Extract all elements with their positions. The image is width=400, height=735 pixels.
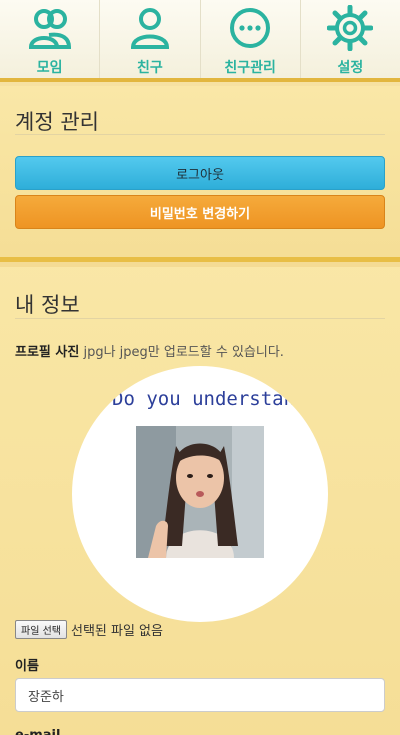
person-photo-image [136,426,264,558]
change-password-button[interactable]: 비밀번호 변경하기 [15,195,385,229]
more-icon [230,8,271,48]
name-label: 이름 [15,659,39,674]
nav-label-meetings: 모임 [36,60,63,76]
avatar-caption: Do you understand. [112,388,318,410]
group-icon [28,9,71,49]
profile-photo-label: 프로필 사진 [15,345,80,360]
profile-section-title: 내 정보 [15,293,80,317]
nav-item-friend-management[interactable]: 친구관리 [201,0,301,78]
avatar: Do you understand. [72,366,328,622]
name-input[interactable]: 장준하 [15,678,385,712]
nav-item-friends[interactable]: 친구 [100,0,201,78]
account-section: 계정 관리 로그아웃 비밀번호 변경하기 [0,86,400,262]
divider [15,134,385,135]
profile-section: 내 정보 프로필 사진 jpg나 jpeg만 업로드할 수 있습니다. Do y… [0,267,400,735]
file-status-text: 선택된 파일 없음 [70,624,163,639]
logout-button[interactable]: 로그아웃 [15,156,385,190]
nav-label-friend-management: 친구관리 [224,60,276,76]
email-label: e-mail [15,728,60,735]
user-icon [130,8,169,49]
divider [15,318,385,319]
nav-item-settings[interactable]: 설정 [301,0,400,78]
top-nav: 모임 친구 친구관리 설정 [0,0,400,82]
nav-label-friends: 친구 [136,60,163,76]
profile-photo-line: 프로필 사진 jpg나 jpeg만 업로드할 수 있습니다. [15,341,284,360]
avatar-photo [136,426,264,558]
file-upload-row: 파일 선택 선택된 파일 없음 [15,620,163,639]
nav-item-meetings[interactable]: 모임 [0,0,101,78]
file-select-button[interactable]: 파일 선택 [15,620,67,639]
profile-photo-hint: jpg나 jpeg만 업로드할 수 있습니다. [83,345,284,360]
gear-icon [327,5,374,51]
nav-label-settings: 설정 [337,60,364,76]
account-section-title: 계정 관리 [15,110,99,134]
